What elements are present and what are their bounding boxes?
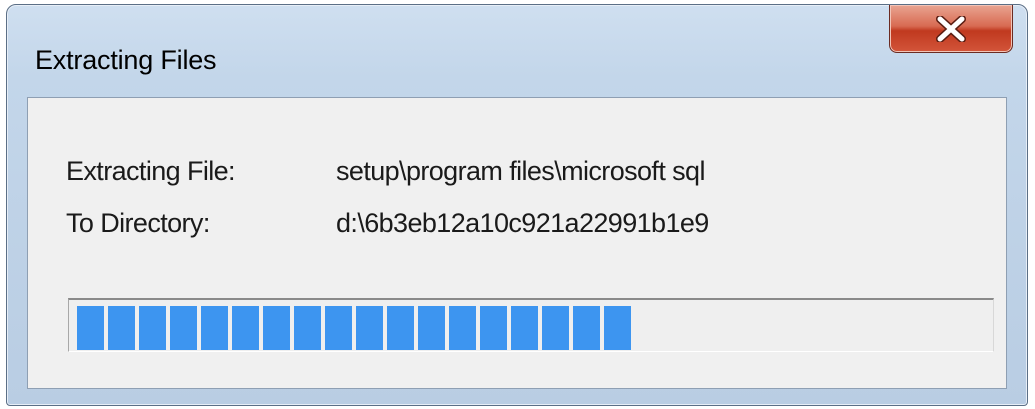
extracting-file-label: Extracting File: <box>66 156 236 186</box>
progress-block <box>108 306 135 350</box>
to-directory-value: d:\6b3eb12a10c921a22991b1e9 <box>336 208 709 238</box>
progress-block <box>170 306 197 350</box>
progress-block <box>480 306 507 350</box>
to-directory-row: To Directory: d:\6b3eb12a10c921a22991b1e9 <box>66 208 709 239</box>
progress-block <box>325 306 352 350</box>
extract-dialog-window: Extracting Files Extracting File: setup\p… <box>6 4 1028 406</box>
close-button[interactable] <box>889 5 1013 53</box>
progress-block <box>604 306 631 350</box>
progress-block <box>387 306 414 350</box>
progress-block <box>263 306 290 350</box>
progress-block <box>356 306 383 350</box>
progress-block <box>449 306 476 350</box>
progress-block <box>201 306 228 350</box>
title-bar[interactable]: Extracting Files <box>7 5 1027 97</box>
to-directory-label: To Directory: <box>66 208 210 238</box>
progress-fill <box>77 306 631 350</box>
progress-block <box>139 306 166 350</box>
progress-block <box>542 306 569 350</box>
extracting-file-row: Extracting File: setup\program files\micr… <box>66 156 705 187</box>
progress-bar <box>68 298 994 352</box>
window-title: Extracting Files <box>35 45 217 75</box>
progress-block <box>77 306 104 350</box>
extracting-file-value: setup\program files\microsoft sql <box>336 156 705 186</box>
progress-block <box>573 306 600 350</box>
dialog-content: Extracting File: setup\program files\micr… <box>27 97 1007 389</box>
progress-block <box>511 306 538 350</box>
progress-block <box>232 306 259 350</box>
progress-block <box>418 306 445 350</box>
progress-block <box>294 306 321 350</box>
close-icon <box>890 5 1012 52</box>
